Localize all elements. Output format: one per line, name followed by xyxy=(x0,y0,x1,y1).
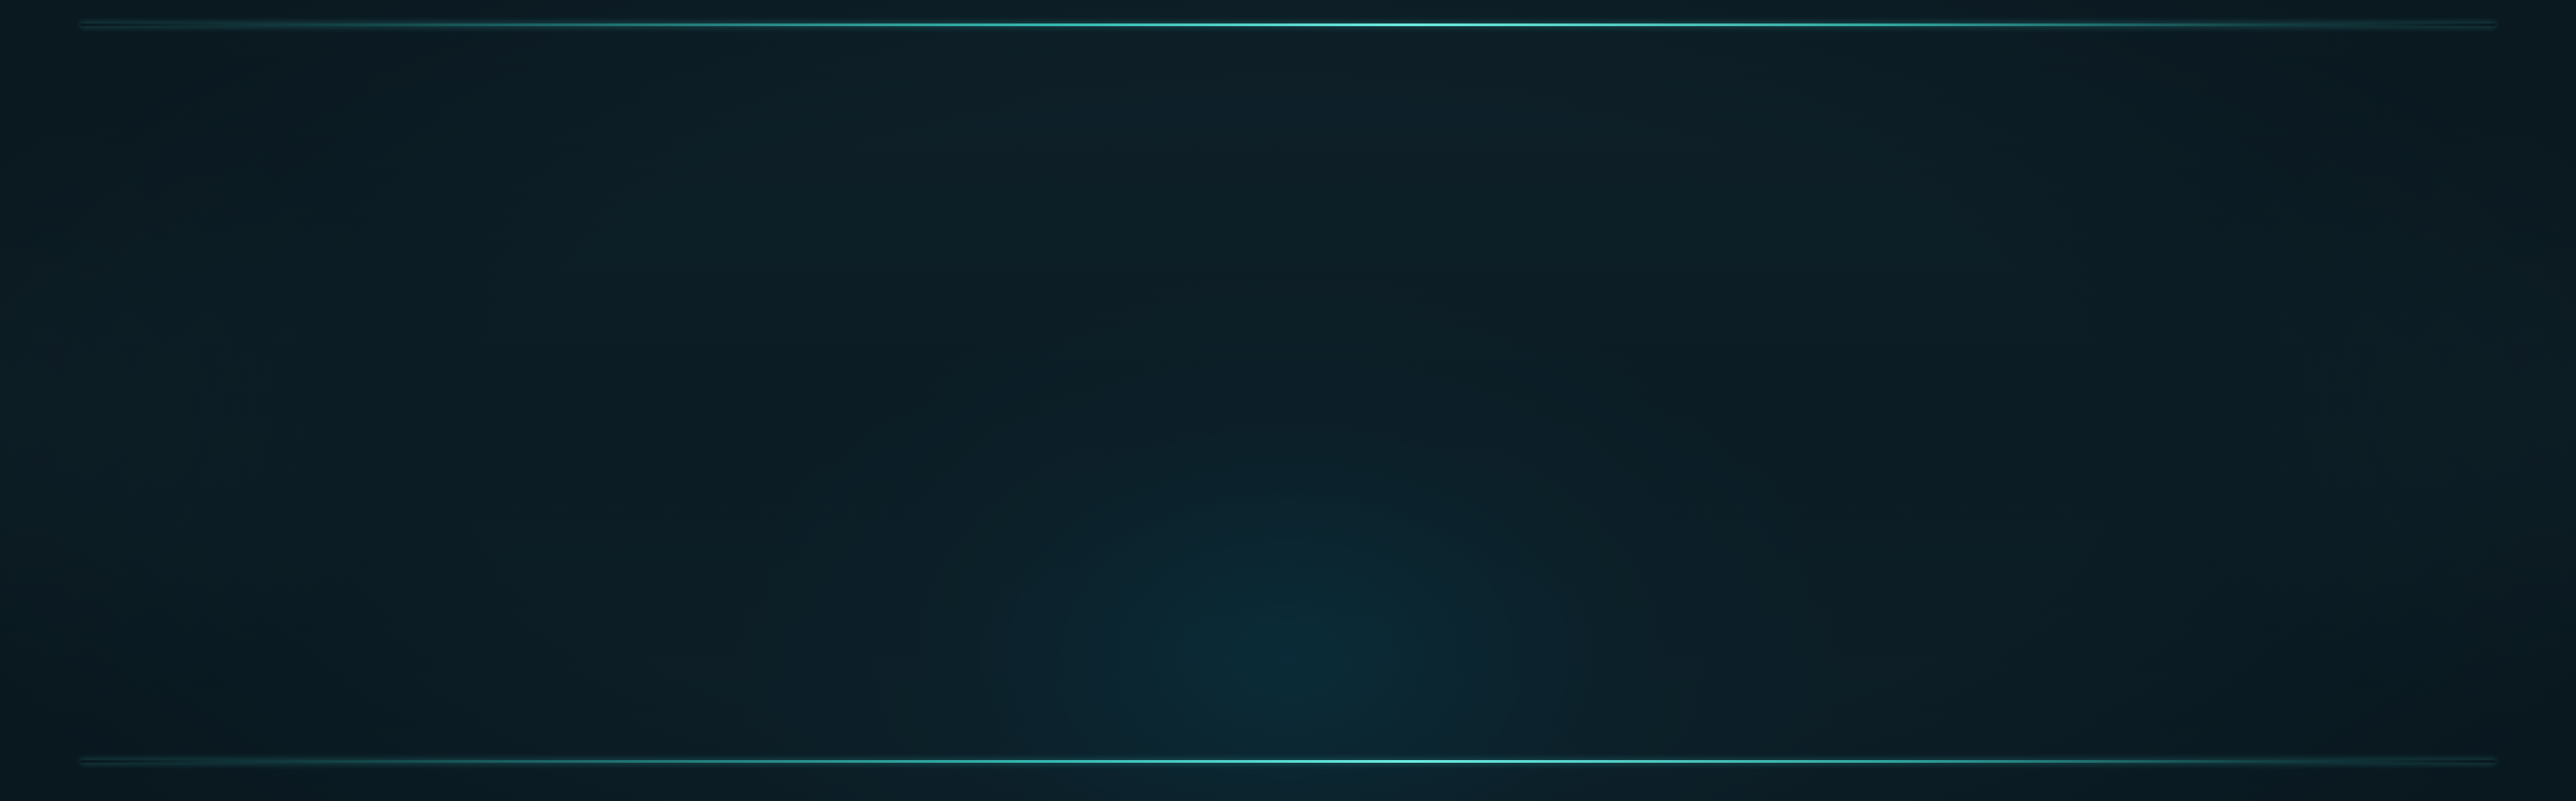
bottom-accent-line xyxy=(80,760,2496,763)
top-accent-line xyxy=(80,23,2496,26)
background-canvas xyxy=(0,0,2576,801)
vignette-overlay xyxy=(0,0,2576,801)
